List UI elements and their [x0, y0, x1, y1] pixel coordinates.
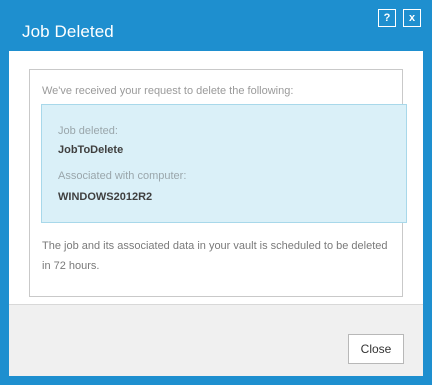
help-icon[interactable]: ?	[378, 9, 396, 27]
schedule-note: The job and its associated data in your …	[42, 240, 388, 272]
close-icon[interactable]: x	[403, 9, 421, 27]
job-deleted-label: Job deleted:	[58, 125, 118, 137]
intro-text: We've received your request to delete th…	[42, 85, 294, 97]
job-deleted-dialog: Job Deleted ? x We've received your requ…	[0, 0, 432, 385]
dialog-footer: Close	[9, 304, 423, 376]
dialog-titlebar: Job Deleted ? x	[0, 0, 432, 51]
dialog-content: We've received your request to delete th…	[9, 51, 423, 304]
job-name-value: JobToDelete	[58, 144, 124, 156]
message-panel: We've received your request to delete th…	[29, 69, 407, 297]
computer-label: Associated with computer:	[58, 170, 187, 182]
dialog-title: Job Deleted	[22, 22, 114, 41]
deletion-info-box: Job deleted: JobToDelete Associated with…	[41, 104, 407, 223]
close-button[interactable]: Close	[348, 334, 404, 364]
computer-name-value: WINDOWS2012R2	[58, 191, 153, 203]
